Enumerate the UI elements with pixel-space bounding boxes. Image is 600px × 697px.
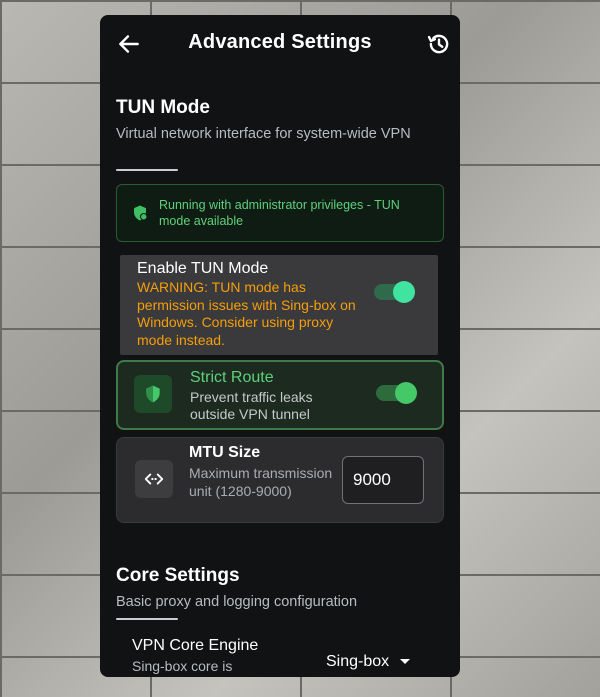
vpn-core-engine-select[interactable]: Sing-box [326,653,410,677]
header: Advanced Settings [100,15,460,71]
admin-notice: Running with administrator privileges - … [116,184,444,242]
chevron-down-icon [399,659,410,665]
mtu-size-card: MTU Size Maximum transmission unit (1280… [116,437,444,523]
strict-route-description: Prevent traffic leaks outside VPN tunnel [190,389,313,422]
enable-tun-label: Enable TUN Mode [137,260,269,277]
strict-route-icon-box [134,375,172,413]
section-divider [116,618,178,620]
engine-selected-value: Sing-box [326,653,390,670]
enable-tun-toggle[interactable] [374,281,415,303]
history-icon [427,34,449,54]
settings-panel: Advanced Settings TUN Mode Virtual netwo… [100,15,460,677]
vpn-core-engine-label: VPN Core Engine [132,637,259,654]
expand-horizontal-icon [144,473,164,485]
page-title: Advanced Settings [188,31,372,53]
strict-route-card[interactable]: Strict Route Prevent traffic leaks outsi… [116,360,444,430]
strict-route-toggle[interactable] [376,382,417,404]
strict-route-title: Strict Route [190,369,274,386]
mtu-size-title: MTU Size [189,444,261,461]
history-button[interactable] [426,31,452,57]
tun-warning-text: WARNING: TUN mode has permission issues … [137,279,356,348]
vpn-core-engine-sublabel: Sing-box core is [132,658,233,674]
section-divider [116,169,178,171]
core-section-subtitle: Basic proxy and logging configuration [116,594,358,610]
toggle-knob [395,382,417,404]
shield-check-icon [134,205,148,221]
tun-section-subtitle: Virtual network interface for system-wid… [116,126,411,142]
mtu-size-description: Maximum transmission unit (1280-9000) [189,465,333,499]
mtu-icon-box [135,460,173,498]
mtu-size-input[interactable] [342,456,424,504]
core-section-title: Core Settings [116,565,240,586]
shield-icon [146,385,160,403]
admin-notice-text: Running with administrator privileges - … [159,198,400,228]
tun-section-title: TUN Mode [116,97,210,118]
toggle-knob [393,281,415,303]
enable-tun-card[interactable]: Enable TUN Mode WARNING: TUN mode has pe… [120,255,438,355]
